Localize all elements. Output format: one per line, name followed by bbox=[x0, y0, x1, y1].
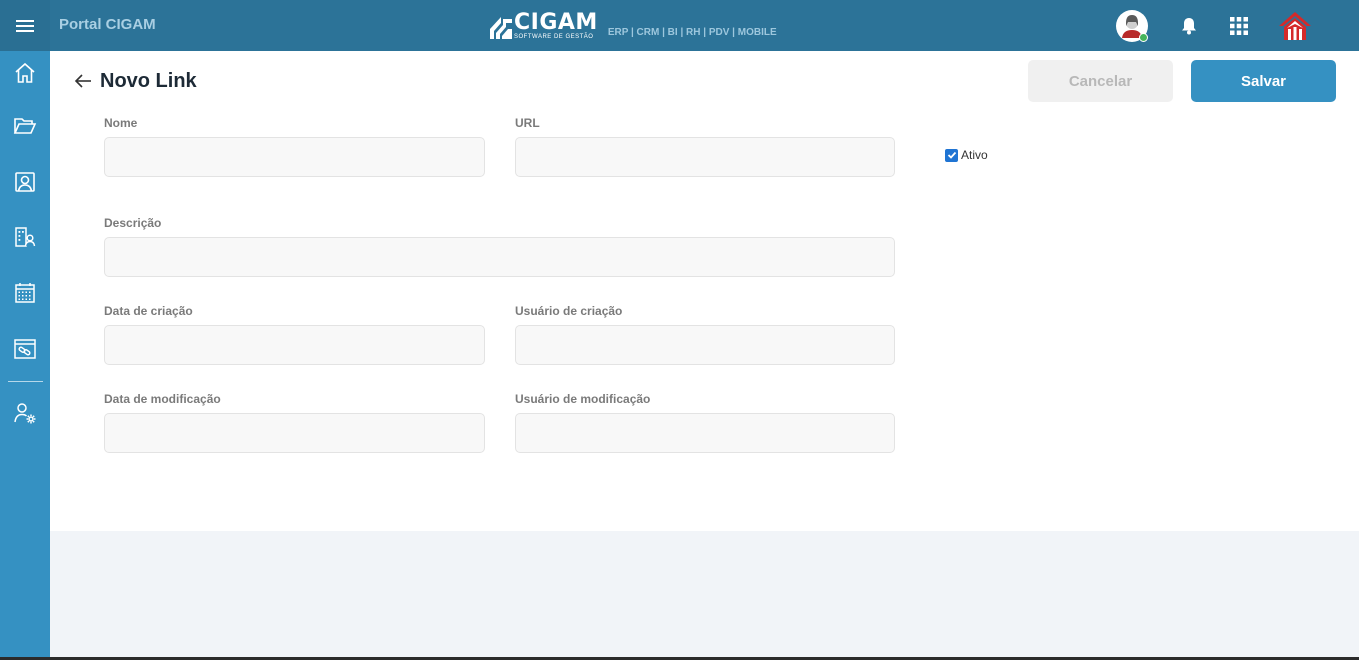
descricao-input[interactable] bbox=[104, 237, 895, 277]
cigam-mark-icon bbox=[490, 16, 512, 39]
usuario-criacao-input[interactable] bbox=[515, 325, 895, 365]
brand-tagline: SOFTWARE DE GESTÃO bbox=[514, 34, 594, 40]
home-icon bbox=[15, 62, 35, 83]
save-button[interactable]: Salvar bbox=[1191, 60, 1336, 102]
link-document-icon bbox=[14, 339, 36, 359]
sidebar-item-contacts[interactable] bbox=[0, 162, 50, 202]
ativo-checkbox-box[interactable] bbox=[945, 148, 958, 162]
usuario-criacao-label: Usuário de criação bbox=[515, 304, 623, 318]
portal-title: Portal CIGAM bbox=[59, 16, 156, 33]
data-modificacao-label: Data de modificação bbox=[104, 392, 221, 406]
company-logo[interactable] bbox=[1278, 10, 1312, 42]
data-modificacao-input[interactable] bbox=[104, 413, 485, 453]
url-label: URL bbox=[515, 116, 540, 130]
grid-apps-icon bbox=[1230, 17, 1248, 35]
sidebar-item-home[interactable] bbox=[0, 53, 50, 93]
menu-button[interactable] bbox=[0, 0, 50, 51]
data-criacao-label: Data de criação bbox=[104, 304, 193, 318]
ativo-label: Ativo bbox=[961, 148, 988, 162]
brand-modules: ERP | CRM | BI | RH | PDV | MOBILE bbox=[607, 27, 777, 38]
company-house-icon bbox=[1279, 12, 1311, 40]
bell-icon bbox=[1182, 18, 1196, 35]
org-user-icon bbox=[15, 227, 36, 247]
nome-label: Nome bbox=[104, 116, 138, 130]
descricao-label: Descrição bbox=[104, 216, 162, 230]
folder-open-icon bbox=[13, 118, 37, 134]
calendar-icon bbox=[15, 283, 35, 303]
apps-button[interactable] bbox=[1223, 10, 1255, 42]
sidebar bbox=[0, 51, 50, 660]
sidebar-item-links[interactable] bbox=[0, 329, 50, 369]
checkmark-icon bbox=[947, 151, 956, 159]
notifications-button[interactable] bbox=[1173, 10, 1205, 42]
hamburger-icon bbox=[16, 19, 34, 32]
nome-input[interactable] bbox=[104, 137, 485, 177]
usuario-modificacao-label: Usuário de modificação bbox=[515, 392, 651, 406]
arrow-left-icon bbox=[74, 74, 91, 88]
cancel-button[interactable]: Cancelar bbox=[1028, 60, 1173, 102]
sidebar-item-organization[interactable] bbox=[0, 217, 50, 257]
user-avatar[interactable] bbox=[1116, 10, 1148, 42]
usuario-modificacao-input[interactable] bbox=[515, 413, 895, 453]
top-bar: Portal CIGAM CIGAM SOFTWARE DE GESTÃO ER… bbox=[0, 0, 1359, 51]
form-panel: Novo Link Cancelar Salvar Nome URL Ativo… bbox=[50, 51, 1359, 531]
sidebar-item-user-settings[interactable] bbox=[0, 393, 50, 433]
sidebar-item-folders[interactable] bbox=[0, 106, 50, 146]
sidebar-item-calendar[interactable] bbox=[0, 273, 50, 313]
brand-name: CIGAM bbox=[514, 10, 598, 35]
contact-card-icon bbox=[15, 172, 35, 192]
data-criacao-input[interactable] bbox=[104, 325, 485, 365]
url-input[interactable] bbox=[515, 137, 895, 177]
back-button[interactable] bbox=[72, 70, 94, 92]
ativo-checkbox[interactable]: Ativo bbox=[945, 148, 988, 162]
sidebar-divider bbox=[8, 381, 43, 382]
page-title: Novo Link bbox=[100, 70, 197, 92]
user-settings-icon bbox=[14, 403, 36, 424]
brand-logo: CIGAM SOFTWARE DE GESTÃO ERP | CRM | BI … bbox=[490, 12, 777, 40]
online-status-badge bbox=[1139, 33, 1148, 42]
